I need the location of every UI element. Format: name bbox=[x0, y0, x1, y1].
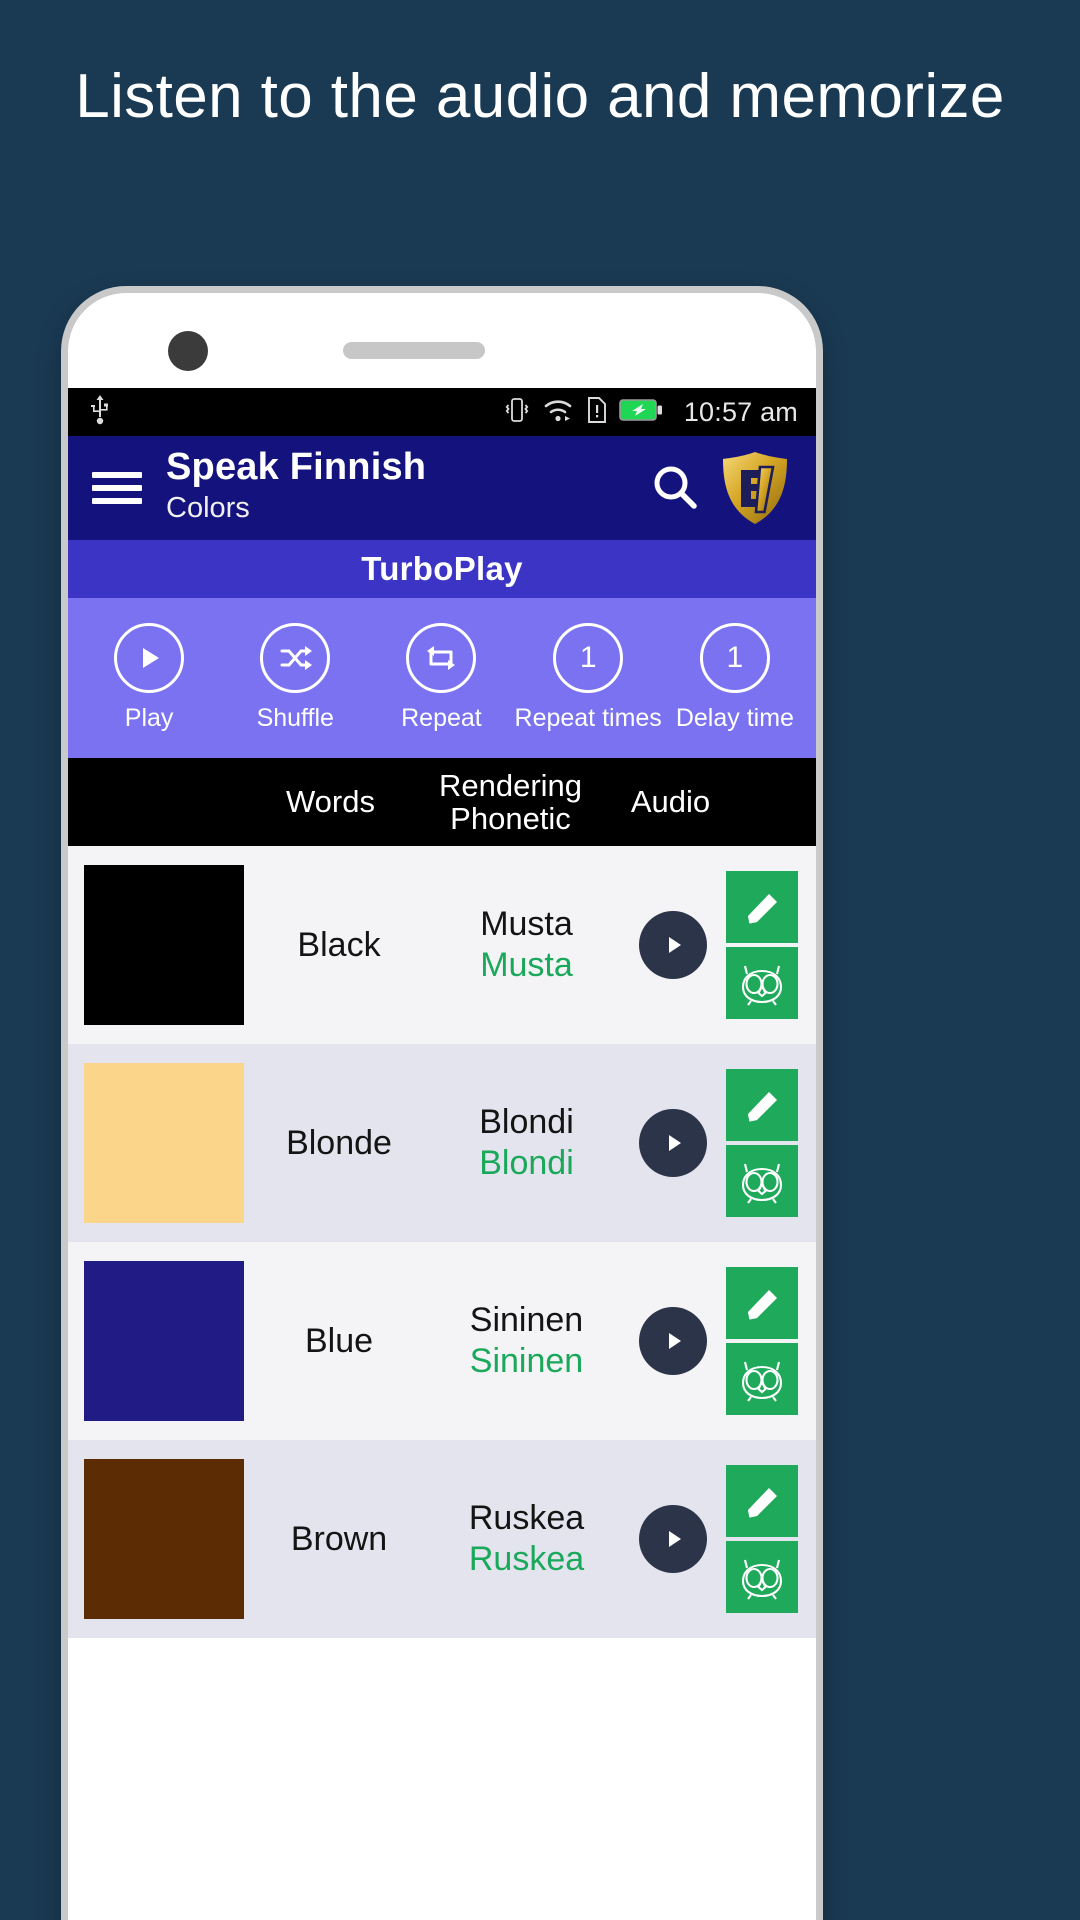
owl-icon[interactable] bbox=[726, 1541, 798, 1613]
rendering-text: Ruskea bbox=[468, 1498, 585, 1537]
row-actions bbox=[726, 1069, 802, 1217]
android-status-bar: 10:57 am bbox=[68, 388, 816, 436]
turbo-play-button[interactable]: Play bbox=[76, 623, 222, 733]
wifi-icon bbox=[543, 396, 575, 429]
row-actions bbox=[726, 1267, 802, 1415]
table-row[interactable]: Blonde Blondi Blondi bbox=[68, 1044, 816, 1242]
repeat-icon bbox=[406, 623, 477, 693]
column-header-words: Words bbox=[285, 784, 375, 820]
sim-card-alert-icon bbox=[586, 396, 608, 429]
page-title: Speak Finnish bbox=[166, 446, 427, 489]
pencil-edit-icon[interactable] bbox=[726, 1465, 798, 1537]
column-header-audio: Audio bbox=[630, 784, 711, 820]
word-text: Brown bbox=[290, 1519, 388, 1558]
turboplay-title: TurboPlay bbox=[361, 550, 523, 587]
ev-shield-logo-icon[interactable] bbox=[714, 450, 796, 526]
rendering-text: Musta bbox=[480, 904, 573, 943]
row-actions bbox=[726, 871, 802, 1019]
phonetic-text: Sininen bbox=[469, 1342, 584, 1380]
turbo-delay-time-label: Delay time bbox=[675, 704, 794, 732]
turbo-shuffle-button[interactable]: Shuffle bbox=[222, 623, 368, 733]
row-play-button[interactable] bbox=[638, 1307, 707, 1375]
phonetic-cell: Sininen Sininen bbox=[434, 1300, 619, 1383]
column-header-phonetic: Rendering Phonetic bbox=[418, 767, 603, 836]
shuffle-icon bbox=[260, 623, 331, 693]
word-list: Black Musta Musta Blonde Blondi Blondi B… bbox=[68, 846, 816, 1638]
rendering-text: Blondi bbox=[479, 1102, 574, 1141]
color-swatch bbox=[84, 1063, 244, 1223]
phone-top-bezel bbox=[68, 293, 816, 388]
phonetic-cell: Blondi Blondi bbox=[434, 1102, 619, 1185]
turbo-delay-time-button[interactable]: 1 Delay time bbox=[662, 623, 808, 733]
color-swatch bbox=[84, 865, 244, 1025]
color-swatch bbox=[84, 1459, 244, 1619]
row-play-button[interactable] bbox=[638, 1505, 707, 1573]
word-text: Blonde bbox=[286, 1123, 392, 1162]
turbo-repeat-label: Repeat bbox=[401, 704, 482, 732]
vibrate-icon bbox=[502, 396, 532, 429]
turbo-repeat-button[interactable]: Repeat bbox=[368, 623, 514, 733]
promo-headline: Listen to the audio and memorize bbox=[75, 62, 1005, 131]
column-header-phonetic-line1: Rendering bbox=[438, 767, 583, 803]
owl-icon[interactable] bbox=[726, 947, 798, 1019]
repeat-times-value: 1 bbox=[553, 623, 624, 693]
rendering-text: Sininen bbox=[469, 1300, 584, 1339]
row-play-button[interactable] bbox=[638, 1109, 707, 1177]
search-icon[interactable] bbox=[636, 460, 714, 516]
turbo-repeat-times-label: Repeat times bbox=[514, 704, 662, 732]
turboplay-controls: Play Shuffle Repeat 1 Repeat times 1 Del… bbox=[68, 598, 816, 758]
play-icon bbox=[114, 623, 185, 693]
earpiece-speaker bbox=[343, 342, 485, 359]
phonetic-cell: Ruskea Ruskea bbox=[434, 1498, 619, 1581]
page-subtitle: Colors bbox=[166, 492, 250, 525]
turbo-shuffle-label: Shuffle bbox=[256, 704, 334, 732]
table-header-row: Words Rendering Phonetic Audio bbox=[68, 758, 816, 846]
word-text: Black bbox=[297, 925, 381, 964]
pencil-edit-icon[interactable] bbox=[726, 871, 798, 943]
app-bar-titles: Speak Finnish Colors bbox=[166, 446, 636, 528]
word-text: Blue bbox=[304, 1321, 374, 1360]
pencil-edit-icon[interactable] bbox=[726, 1267, 798, 1339]
table-row[interactable]: Blue Sininen Sininen bbox=[68, 1242, 816, 1440]
front-camera-icon bbox=[168, 331, 208, 371]
hamburger-menu-icon[interactable] bbox=[90, 468, 144, 508]
app-bar: Speak Finnish Colors bbox=[68, 436, 816, 540]
audio-cell bbox=[619, 1109, 726, 1177]
table-row[interactable]: Black Musta Musta bbox=[68, 846, 816, 1044]
color-swatch bbox=[84, 1261, 244, 1421]
battery-charging-icon bbox=[619, 397, 663, 428]
column-header-phonetic-line2: Phonetic bbox=[450, 801, 571, 836]
phonetic-cell: Musta Musta bbox=[434, 904, 619, 987]
owl-icon[interactable] bbox=[726, 1343, 798, 1415]
phonetic-text: Blondi bbox=[479, 1144, 574, 1182]
phonetic-text: Musta bbox=[480, 946, 573, 984]
row-play-button[interactable] bbox=[638, 911, 707, 979]
audio-cell bbox=[619, 1307, 726, 1375]
phonetic-text: Ruskea bbox=[468, 1540, 585, 1578]
row-actions bbox=[726, 1465, 802, 1613]
status-bar-clock: 10:57 am bbox=[683, 396, 798, 427]
owl-icon[interactable] bbox=[726, 1145, 798, 1217]
turbo-play-label: Play bbox=[124, 704, 174, 732]
delay-time-value: 1 bbox=[699, 623, 770, 693]
usb-icon bbox=[88, 394, 112, 430]
audio-cell bbox=[619, 911, 726, 979]
table-row[interactable]: Brown Ruskea Ruskea bbox=[68, 1440, 816, 1638]
phone-mockup-frame: 10:57 am Speak Finnish Colors TurboPlay … bbox=[68, 293, 816, 1920]
turbo-repeat-times-button[interactable]: 1 Repeat times bbox=[515, 623, 662, 733]
audio-cell bbox=[619, 1505, 726, 1573]
phone-screen: 10:57 am Speak Finnish Colors TurboPlay … bbox=[68, 388, 816, 1920]
pencil-edit-icon[interactable] bbox=[726, 1069, 798, 1141]
turboplay-title-bar: TurboPlay bbox=[68, 540, 816, 598]
